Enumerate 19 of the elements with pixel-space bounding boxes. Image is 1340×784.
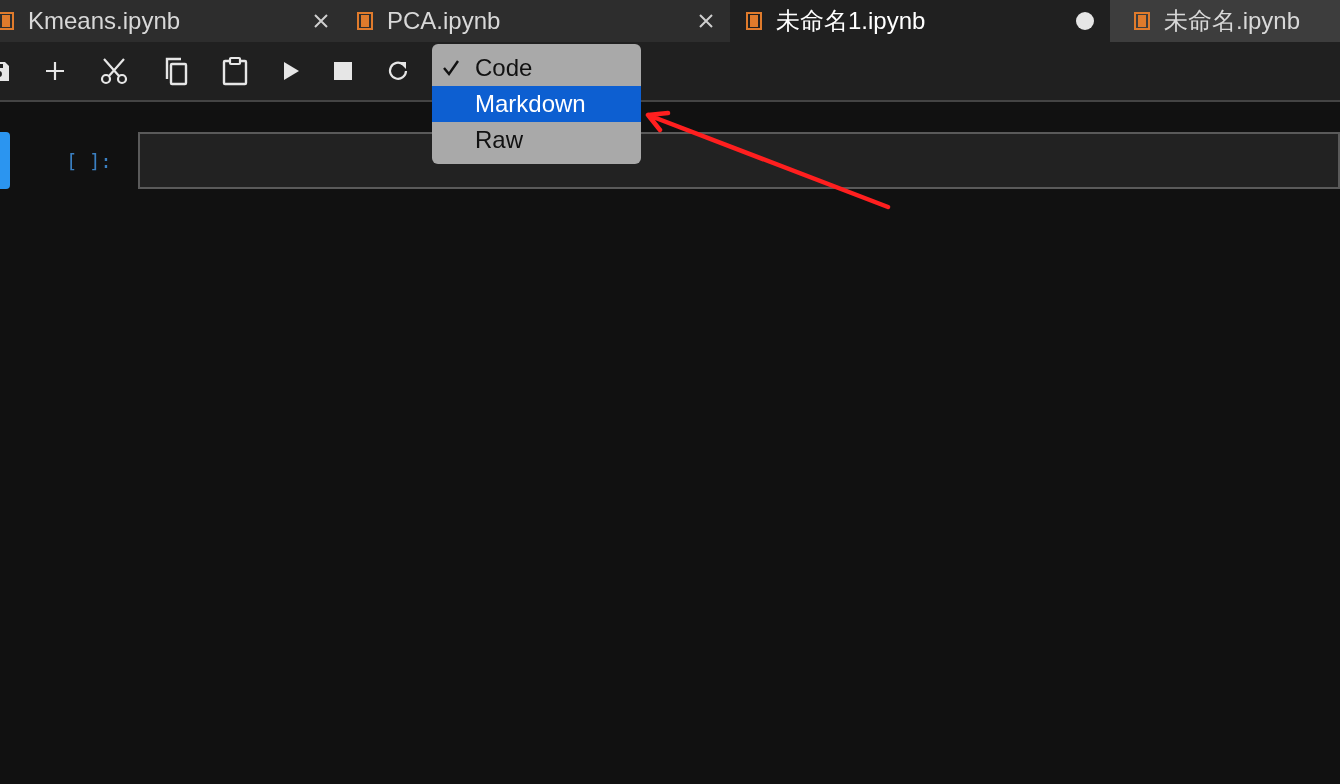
scissors-icon[interactable] — [100, 57, 128, 85]
notebook-icon — [357, 12, 373, 30]
notebook-tab[interactable]: 未命名.ipynb — [1110, 0, 1340, 42]
notebook-icon — [746, 12, 762, 30]
menu-item[interactable]: Code — [432, 50, 641, 86]
notebook-icon — [1134, 12, 1150, 30]
unsaved-dot-icon — [1076, 12, 1094, 30]
notebook-icon — [0, 12, 14, 30]
notebook-tab[interactable]: 未命名1.ipynb — [730, 0, 1110, 42]
add-icon[interactable] — [44, 60, 66, 82]
clipboard-icon[interactable] — [222, 56, 248, 86]
cell-prompt: [ ]: — [66, 149, 113, 172]
restart-icon[interactable] — [386, 59, 410, 83]
menu-item[interactable]: Markdown — [432, 86, 641, 122]
menu-item[interactable]: Raw — [432, 122, 641, 158]
run-icon[interactable] — [282, 61, 300, 81]
close-icon[interactable] — [698, 13, 714, 29]
close-icon[interactable] — [313, 13, 329, 29]
code-input-field[interactable] — [138, 132, 1340, 189]
